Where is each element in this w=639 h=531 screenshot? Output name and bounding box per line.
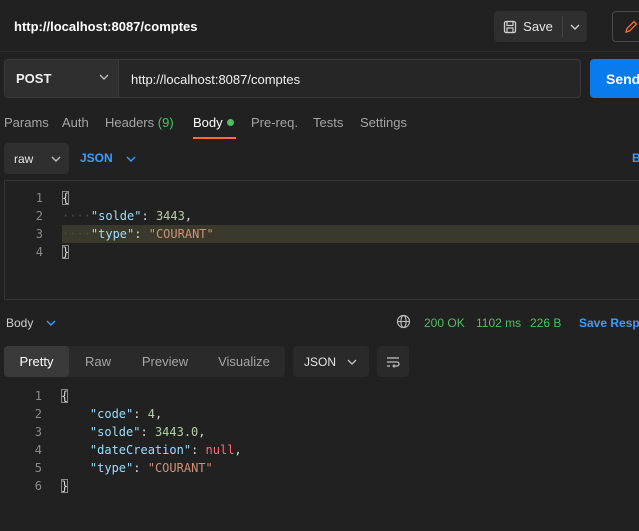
headers-count: (9) xyxy=(157,115,174,130)
line-number: 5 xyxy=(34,461,42,475)
code-line: "solde": 3443.0, xyxy=(89,425,206,439)
code-line: ····"solde": 3443, xyxy=(62,209,193,223)
json-value: null xyxy=(205,443,235,457)
json-value: 4 xyxy=(147,407,155,421)
response-body-viewer[interactable]: 1 2 3 4 5 6 { "code": 4, "solde": 3443.0… xyxy=(4,386,639,506)
json-key: "code" xyxy=(89,407,134,421)
line-number: 3 xyxy=(35,227,43,241)
method-select[interactable]: POST xyxy=(5,60,119,97)
save-icon xyxy=(504,20,517,33)
status-code[interactable]: 200 OK xyxy=(424,316,465,330)
tab-params[interactable]: Params xyxy=(4,115,49,130)
line-number: 3 xyxy=(34,425,42,439)
line-number: 1 xyxy=(34,389,42,403)
tab-headers[interactable]: Headers (9) xyxy=(105,115,174,130)
url-input[interactable]: http://localhost:8087/comptes xyxy=(131,72,300,87)
response-label: Body xyxy=(6,316,34,330)
whitespace-dots: ···· xyxy=(62,227,91,241)
save-label: Save xyxy=(523,19,553,34)
save-response-button[interactable]: Save Resp xyxy=(579,316,639,330)
json-value: 3443.0 xyxy=(154,425,199,439)
code-line: } xyxy=(61,479,69,493)
line-number: 6 xyxy=(34,479,42,493)
code-line: { xyxy=(62,191,70,205)
code-line: "type": "COURANT" xyxy=(89,461,213,475)
tab-tests[interactable]: Tests xyxy=(313,115,343,130)
save-button[interactable]: Save xyxy=(494,11,562,42)
response-format-select[interactable]: JSON xyxy=(293,346,369,377)
wrap-lines-icon xyxy=(387,356,400,368)
network-globe-icon[interactable] xyxy=(396,314,411,332)
tab-headers-label: Headers xyxy=(105,115,155,130)
body-format-label: JSON xyxy=(80,151,113,165)
json-key: "solde" xyxy=(90,209,142,223)
tab-auth[interactable]: Auth xyxy=(62,115,89,130)
code-line: "code": 4, xyxy=(89,407,163,421)
json-key: "solde" xyxy=(89,425,141,439)
send-button[interactable]: Send xyxy=(590,59,639,98)
json-key: "type" xyxy=(90,227,135,241)
chevron-down-icon xyxy=(570,24,580,30)
close-brace: } xyxy=(62,245,70,259)
json-key: "type" xyxy=(89,461,134,475)
request-bar: POST http://localhost:8087/comptes xyxy=(4,59,581,98)
response-size[interactable]: 226 B xyxy=(530,316,561,330)
view-tab-visualize[interactable]: Visualize xyxy=(206,346,282,377)
line-number: 1 xyxy=(35,191,43,205)
chevron-down-icon xyxy=(99,74,109,80)
body-indicator-dot xyxy=(226,119,234,126)
request-body-editor[interactable]: 1 2 3 4 { ····"solde": 3443, ····"type":… xyxy=(4,180,639,300)
response-time[interactable]: 1102 ms xyxy=(476,316,521,330)
chevron-down-icon xyxy=(51,156,61,162)
response-format-label: JSON xyxy=(304,354,337,369)
json-key: "dateCreation" xyxy=(89,443,192,457)
wrap-lines-button[interactable] xyxy=(377,346,409,377)
line-number: 2 xyxy=(34,407,42,421)
response-body-select[interactable]: Body xyxy=(6,316,56,330)
save-options-button[interactable] xyxy=(563,11,587,42)
code-line: { xyxy=(61,389,69,403)
open-brace: { xyxy=(61,389,69,403)
view-tab-raw[interactable]: Raw xyxy=(72,346,124,377)
json-value: 3443 xyxy=(155,209,185,223)
tab-pre-request[interactable]: Pre-req. xyxy=(251,115,298,130)
beautify-link[interactable]: B xyxy=(632,151,639,165)
active-tab-underline xyxy=(193,137,236,139)
chevron-down-icon xyxy=(347,359,357,365)
code-line: } xyxy=(62,245,70,259)
whitespace-dots: ···· xyxy=(62,209,91,223)
body-type-label: raw xyxy=(14,151,34,166)
view-tab-preview[interactable]: Preview xyxy=(130,346,200,377)
body-type-select[interactable]: raw xyxy=(4,143,69,174)
pencil-icon xyxy=(625,20,638,33)
close-brace: } xyxy=(61,479,69,493)
json-value: "COURANT" xyxy=(147,461,213,475)
chevron-down-icon xyxy=(126,156,136,162)
response-view-tabs: Pretty Raw Preview Visualize xyxy=(4,346,285,377)
body-format-select[interactable]: JSON xyxy=(80,151,136,165)
line-number: 4 xyxy=(34,443,42,457)
method-label: POST xyxy=(16,71,52,86)
code-line: ····"type": "COURANT" xyxy=(62,227,214,241)
save-group: Save xyxy=(494,11,587,42)
request-title[interactable]: http://localhost:8087/comptes xyxy=(14,19,197,34)
line-number: 2 xyxy=(35,209,43,223)
edit-button[interactable] xyxy=(612,11,639,42)
view-tab-pretty[interactable]: Pretty xyxy=(4,346,69,377)
open-brace: { xyxy=(62,191,70,205)
tab-body-label: Body xyxy=(193,115,223,130)
line-number: 4 xyxy=(35,245,43,259)
json-value: "COURANT" xyxy=(148,227,214,241)
tab-settings[interactable]: Settings xyxy=(360,115,407,130)
tab-body[interactable]: Body xyxy=(193,115,234,130)
code-line: "dateCreation": null, xyxy=(89,443,242,457)
header-divider xyxy=(0,51,639,52)
chevron-down-icon xyxy=(46,320,56,326)
